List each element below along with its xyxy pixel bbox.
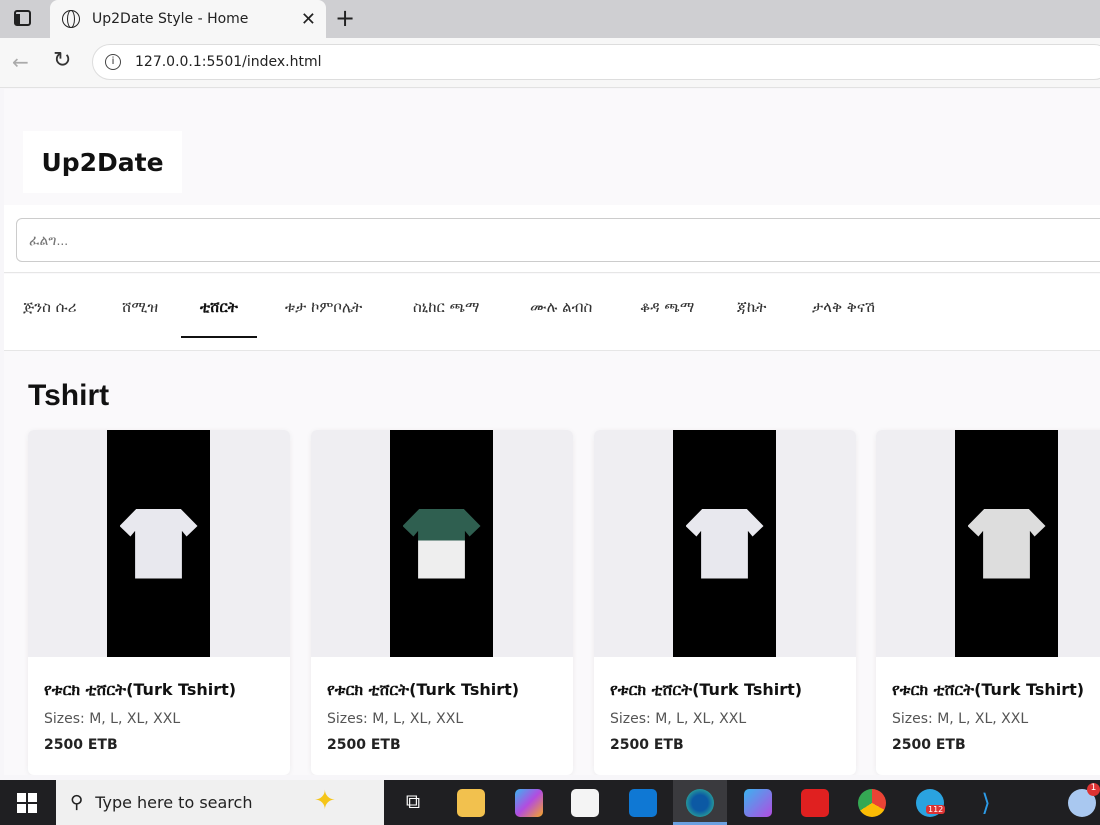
url-text: 127.0.0.1:5501/index.html: [135, 54, 322, 70]
file-explorer-icon[interactable]: [457, 789, 485, 817]
product-image[interactable]: [673, 430, 776, 657]
product-image[interactable]: [390, 430, 493, 657]
search-input[interactable]: [16, 218, 1100, 262]
m365-icon[interactable]: [744, 789, 772, 817]
tab-actions-icon[interactable]: [14, 10, 31, 26]
nav-leather-shoes[interactable]: ቆዳ ጫማ: [640, 298, 694, 316]
product-card[interactable]: የቱርክ ቲሸርት(Turk Tshirt) Sizes: M, L, XL, …: [28, 430, 290, 775]
telegram-badge: 112: [926, 805, 945, 814]
copilot-sparkle-icon: ✦: [314, 786, 336, 816]
search-band: [4, 205, 1100, 273]
category-nav: ጅንስ ሱሪ ሸሚዝ ቲሸርት ቱታ ኮምቦሌት ስኒከር ጫማ ሙሉ ልብስ …: [4, 274, 1100, 351]
product-sizes: Sizes: M, L, XL, XXL: [327, 711, 463, 727]
vscode-icon[interactable]: ⟩: [972, 789, 1000, 817]
browser-tab[interactable]: Up2Date Style - Home ✕: [50, 0, 326, 38]
product-price: 2500 ETB: [44, 737, 118, 753]
page: Up2Date ጅንስ ሱሪ ሸሚዝ ቲሸርት ቱታ ኮምቦሌት ስኒከር ጫማ…: [4, 89, 1100, 775]
task-view-icon[interactable]: ⧉: [399, 789, 427, 817]
product-price: 2500 ETB: [327, 737, 401, 753]
product-card[interactable]: የቱርክ ቲሸርት(Turk Tshirt) Sizes: M, L, XL, …: [311, 430, 573, 775]
chrome-icon[interactable]: [858, 789, 886, 817]
browser-tab-bar: Up2Date Style - Home ✕ +: [0, 0, 1100, 38]
nav-tracksuits[interactable]: ቱታ ኮምቦሌት: [285, 298, 362, 316]
reload-icon[interactable]: ↻: [53, 48, 71, 73]
wps-icon[interactable]: [801, 789, 829, 817]
product-sizes: Sizes: M, L, XL, XXL: [44, 711, 180, 727]
microsoft-store-icon[interactable]: [571, 789, 599, 817]
product-title: የቱርክ ቲሸርት(Turk Tshirt): [44, 680, 236, 700]
product-image[interactable]: [107, 430, 210, 657]
nav-shirts[interactable]: ሸሚዝ: [122, 298, 158, 316]
nav-big-sale[interactable]: ታላቅ ቅናሽ: [812, 298, 875, 316]
search-icon: ⚲: [70, 792, 83, 813]
product-title: የቱርክ ቲሸርት(Turk Tshirt): [610, 680, 802, 700]
nav-jeans[interactable]: ጅንስ ሱሪ: [23, 298, 76, 316]
weather-badge: 1: [1087, 783, 1100, 796]
copilot-icon[interactable]: [515, 789, 543, 817]
section-title: Tshirt: [28, 379, 109, 413]
product-price: 2500 ETB: [892, 737, 966, 753]
product-title: የቱርክ ቲሸርት(Turk Tshirt): [327, 680, 519, 700]
nav-tshirts[interactable]: ቲሸርት: [200, 298, 238, 316]
taskbar: ⚲ Type here to search ✦ ⧉ 112 ⟩ 1: [0, 780, 1100, 825]
product-sizes: Sizes: M, L, XL, XXL: [610, 711, 746, 727]
url-field[interactable]: i 127.0.0.1:5501/index.html: [92, 44, 1100, 80]
product-title: የቱርክ ቲሸርት(Turk Tshirt): [892, 680, 1084, 700]
back-icon[interactable]: ←: [12, 50, 29, 74]
info-icon[interactable]: i: [105, 54, 121, 70]
address-bar-row: ← ↻ i 127.0.0.1:5501/index.html: [0, 38, 1100, 88]
nav-suits[interactable]: ሙሉ ልብስ: [530, 298, 592, 316]
product-price: 2500 ETB: [610, 737, 684, 753]
site-logo[interactable]: Up2Date: [23, 131, 182, 193]
close-tab-icon[interactable]: ✕: [301, 9, 316, 30]
taskbar-search-text: Type here to search: [95, 793, 252, 812]
nav-sneakers[interactable]: ስኒከር ጫማ: [413, 298, 479, 316]
edge-icon[interactable]: [686, 789, 714, 817]
nav-jackets[interactable]: ጃኬት: [737, 298, 766, 316]
telegram-icon[interactable]: 112: [916, 789, 944, 817]
product-sizes: Sizes: M, L, XL, XXL: [892, 711, 1028, 727]
weather-icon[interactable]: 1: [1068, 789, 1096, 817]
product-card[interactable]: የቱርክ ቲሸርት(Turk Tshirt) Sizes: M, L, XL, …: [876, 430, 1100, 775]
outlook-icon[interactable]: [629, 789, 657, 817]
taskbar-search[interactable]: ⚲ Type here to search ✦: [56, 780, 384, 825]
globe-icon: [62, 10, 80, 28]
product-card[interactable]: የቱርክ ቲሸርት(Turk Tshirt) Sizes: M, L, XL, …: [594, 430, 856, 775]
tab-title: Up2Date Style - Home: [92, 11, 248, 27]
new-tab-button[interactable]: +: [335, 4, 355, 32]
product-image[interactable]: [955, 430, 1058, 657]
windows-start-icon[interactable]: [17, 793, 37, 813]
